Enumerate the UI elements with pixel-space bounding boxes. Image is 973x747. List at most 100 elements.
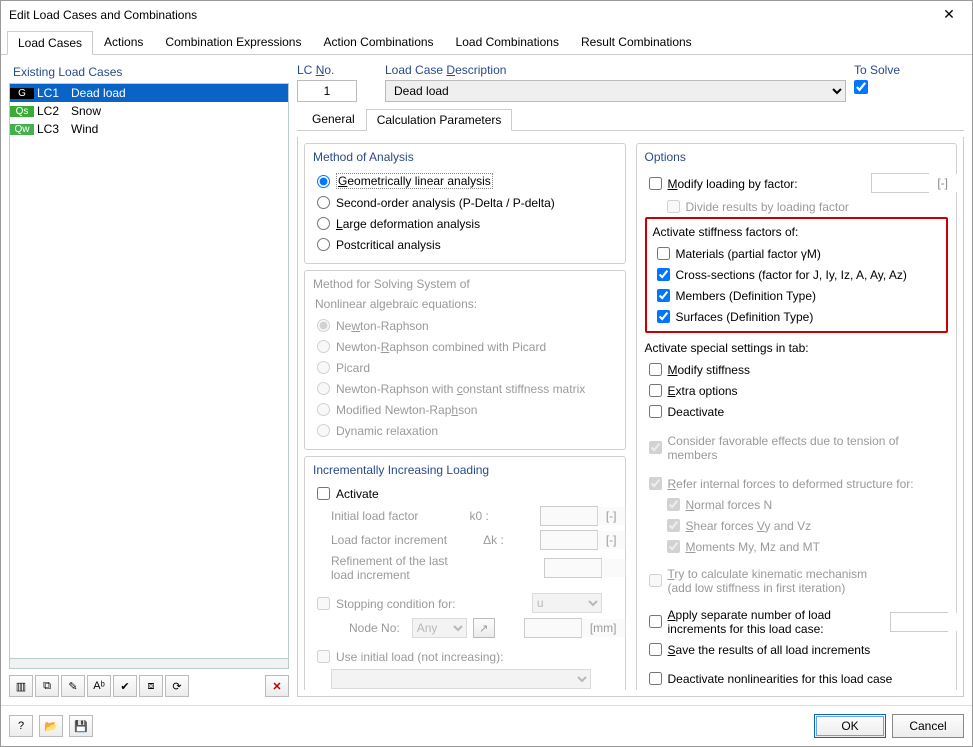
tab-actions[interactable]: Actions xyxy=(93,30,154,54)
options-title: Options xyxy=(645,150,949,164)
check-label: Activate xyxy=(336,486,379,501)
checkbox[interactable] xyxy=(649,643,662,656)
separate-incr-spinner[interactable]: ▲▼ xyxy=(890,612,948,632)
list-h-scrollbar[interactable] xyxy=(9,659,289,669)
checkbox[interactable] xyxy=(649,384,662,397)
stiff-cross[interactable]: Cross-sections (factor for J, Iy, Iz, A,… xyxy=(653,264,941,285)
load-case-list[interactable]: G LC1 Dead load Qs LC2 Snow Qw LC3 Wind xyxy=(9,83,289,659)
checkbox[interactable] xyxy=(649,363,662,376)
lc-no-label: LC No. xyxy=(297,63,377,77)
tab-action-comb[interactable]: Action Combinations xyxy=(312,30,444,54)
open-icon[interactable]: 📂 xyxy=(39,715,63,737)
check-icon[interactable]: ✔ xyxy=(113,675,137,697)
refine-label: Refinement of the last load increment xyxy=(313,554,473,582)
increment-spinner: ▲▼ xyxy=(540,530,598,550)
subtab-general[interactable]: General xyxy=(301,108,366,130)
radio-label: Large deformation analysis xyxy=(336,216,480,231)
separate-incr-row[interactable]: Apply separate number of load increments… xyxy=(645,604,949,639)
radio[interactable] xyxy=(317,175,330,188)
check-label: Refer internal forces to deformed struct… xyxy=(668,476,914,491)
checkbox xyxy=(667,519,680,532)
stiff-members[interactable]: Members (Definition Type) xyxy=(653,285,941,306)
save-icon[interactable]: 💾 xyxy=(69,715,93,737)
checkbox[interactable] xyxy=(649,405,662,418)
checkbox[interactable] xyxy=(657,268,670,281)
radio-label: Newton-Raphson combined with Picard xyxy=(336,339,546,354)
ok-button[interactable]: OK xyxy=(814,714,886,738)
lc-name: Wind xyxy=(68,122,288,136)
link-icon[interactable]: ⧈ xyxy=(139,675,163,697)
desc-block: Load Case Description Dead load xyxy=(385,63,846,102)
title-bar: Edit Load Cases and Combinations ✕ xyxy=(1,1,972,28)
checkbox xyxy=(649,441,662,454)
modify-load-spinner[interactable]: ▲▼ xyxy=(871,173,929,193)
radio-second-order[interactable]: Second-order analysis (P-Delta / P-delta… xyxy=(313,192,617,213)
special-deactivate[interactable]: Deactivate xyxy=(645,401,949,422)
special-extra[interactable]: Extra options xyxy=(645,380,949,401)
radio-label: Modified Newton-Raphson xyxy=(336,402,477,417)
stiff-materials[interactable]: Materials (partial factor γM) xyxy=(653,243,941,264)
cancel-button[interactable]: Cancel xyxy=(892,714,964,738)
list-item[interactable]: Qw LC3 Wind xyxy=(10,120,288,138)
radio-postcritical[interactable]: Postcritical analysis xyxy=(313,234,617,255)
tab-load-cases[interactable]: Load Cases xyxy=(7,31,93,55)
check-label: Shear forces Vy and Vz xyxy=(686,518,812,533)
incr-activate[interactable]: Activate xyxy=(313,483,617,504)
radio[interactable] xyxy=(317,217,330,230)
tool-icon[interactable]: ✎ xyxy=(61,675,85,697)
stiff-surfaces[interactable]: Surfaces (Definition Type) xyxy=(653,306,941,327)
checkbox[interactable] xyxy=(649,672,662,685)
radio-geom-linear[interactable]: Geometrically linear analysis xyxy=(313,170,617,192)
checkbox[interactable] xyxy=(649,615,662,628)
radio xyxy=(317,382,330,395)
checkbox[interactable] xyxy=(657,289,670,302)
radio[interactable] xyxy=(317,196,330,209)
existing-lc-title: Existing Load Cases xyxy=(9,63,289,83)
checkbox xyxy=(317,650,330,663)
radio xyxy=(317,424,330,437)
check-label: Try to calculate kinematic mechanism(add… xyxy=(668,566,868,595)
tab-result-comb[interactable]: Result Combinations xyxy=(570,30,703,54)
tab-comb-expr[interactable]: Combination Expressions xyxy=(154,30,312,54)
tab-load-comb[interactable]: Load Combinations xyxy=(445,30,570,54)
new-icon[interactable]: ▥ xyxy=(9,675,33,697)
deact-nonlin-row[interactable]: Deactivate nonlinearities for this load … xyxy=(645,668,949,689)
checkbox[interactable] xyxy=(657,310,670,323)
radio-large-def[interactable]: Large deformation analysis xyxy=(313,213,617,234)
subtab-calc-params[interactable]: Calculation Parameters xyxy=(366,109,513,131)
special-modify[interactable]: Modify stiffness xyxy=(645,359,949,380)
delete-icon[interactable]: ✕ xyxy=(265,675,289,697)
close-icon[interactable]: ✕ xyxy=(934,6,964,23)
refer-moments: Moments My, Mz and MT xyxy=(645,536,949,557)
checkbox[interactable] xyxy=(649,177,662,190)
refresh-icon[interactable]: ⟳ xyxy=(165,675,189,697)
unit xyxy=(608,596,617,610)
footer: ? 📂 💾 OK Cancel xyxy=(1,705,972,746)
solve-checkbox[interactable] xyxy=(854,80,868,94)
unit: [-] xyxy=(604,533,617,547)
save-all-row[interactable]: Save the results of all load increments xyxy=(645,639,949,660)
radio xyxy=(317,340,330,353)
check-label: Divide results by loading factor xyxy=(686,199,849,214)
checkbox[interactable] xyxy=(317,487,330,500)
list-item[interactable]: Qs LC2 Snow xyxy=(10,102,288,120)
radio[interactable] xyxy=(317,238,330,251)
checkbox xyxy=(649,477,662,490)
radio-label: Geometrically linear analysis xyxy=(336,173,493,189)
text-icon[interactable]: Aᵇ xyxy=(87,675,111,697)
list-item[interactable]: G LC1 Dead load xyxy=(10,84,288,102)
subtabs: General Calculation Parameters xyxy=(297,108,964,131)
check-label: Stopping condition for: xyxy=(336,596,455,611)
check-label: Extra options xyxy=(668,383,738,398)
increment-label: Load factor increment xyxy=(313,533,447,547)
solving-group: Method for Solving System of Nonlinear a… xyxy=(304,270,626,450)
modify-load-row[interactable]: Modify loading by factor:▲▼[-] xyxy=(645,170,949,196)
lc-no-input[interactable] xyxy=(297,80,357,102)
help-icon[interactable]: ? xyxy=(9,715,33,737)
desc-select[interactable]: Dead load xyxy=(385,80,846,102)
spin-input[interactable] xyxy=(891,613,957,631)
radio-label: Newton-Raphson xyxy=(336,318,429,333)
checkbox[interactable] xyxy=(657,247,670,260)
copy-icon[interactable]: ⧉ xyxy=(35,675,59,697)
check-label: Consider favorable effects due to tensio… xyxy=(668,433,949,462)
